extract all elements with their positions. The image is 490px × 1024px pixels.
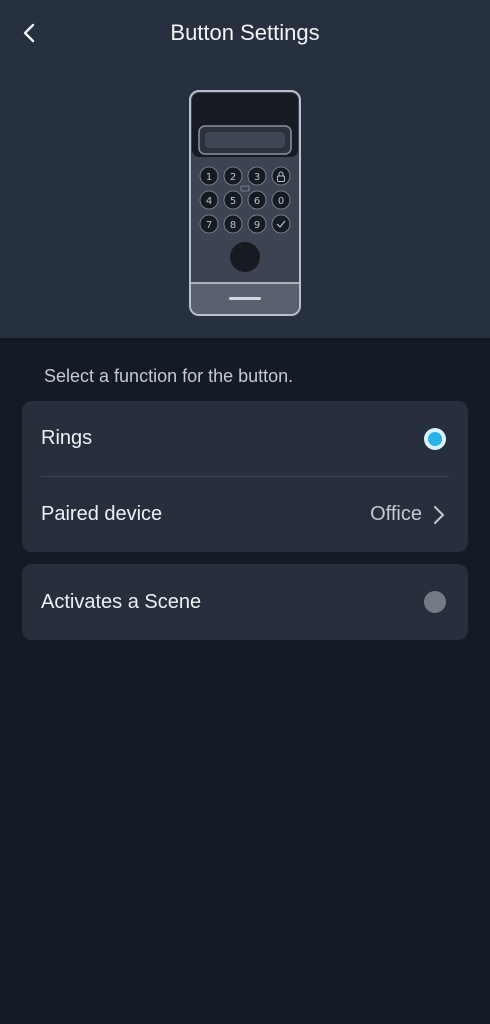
instruction-text: Select a function for the button. [44, 366, 294, 386]
svg-text:4: 4 [206, 196, 212, 207]
svg-text:8: 8 [230, 220, 236, 231]
svg-text:2: 2 [230, 172, 236, 183]
page-title: Button Settings [170, 20, 320, 45]
svg-text:7: 7 [206, 220, 212, 231]
svg-text:3: 3 [254, 172, 260, 183]
paired-device-value: Office [370, 503, 422, 525]
radio-unselected-icon[interactable] [424, 591, 446, 613]
keypad-device-image: 1 2 3 4 5 6 0 7 8 9 [189, 90, 301, 316]
header: Button Settings 1 2 3 4 5 6 0 7 8 9 [0, 0, 490, 338]
option-rings[interactable]: Rings [22, 401, 468, 476]
svg-text:9: 9 [254, 220, 260, 231]
ring-options-card: Rings Paired device Office [22, 401, 468, 552]
paired-device-label: Paired device [41, 503, 163, 525]
option-rings-label: Rings [41, 427, 93, 449]
paired-device-row[interactable]: Paired device Office [22, 477, 468, 552]
scene-option-card: Activates a Scene [22, 564, 468, 640]
svg-text:6: 6 [254, 196, 260, 207]
option-scene-label: Activates a Scene [41, 590, 202, 613]
radio-selected-icon[interactable] [424, 427, 446, 450]
chevron-right-icon [434, 505, 444, 524]
svg-text:0: 0 [278, 196, 284, 207]
svg-text:5: 5 [230, 196, 236, 207]
svg-text:1: 1 [206, 172, 212, 183]
option-activates-scene[interactable]: Activates a Scene [22, 564, 468, 640]
